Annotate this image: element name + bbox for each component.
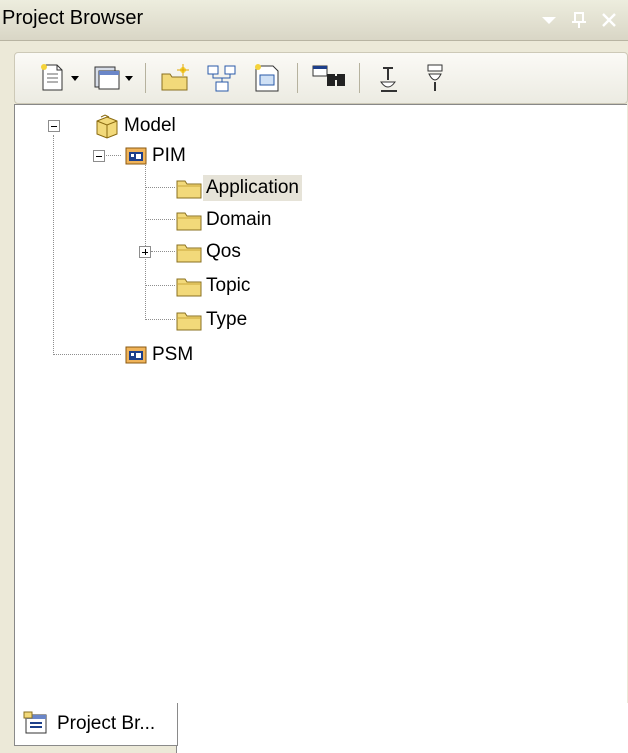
move-down-icon[interactable] bbox=[419, 62, 453, 94]
tree-item-model[interactable]: Model bbox=[93, 110, 179, 142]
new-package-icon[interactable] bbox=[159, 62, 193, 94]
tree-item-label: PIM bbox=[152, 145, 186, 166]
close-icon[interactable] bbox=[596, 8, 622, 32]
folder-icon bbox=[176, 312, 202, 331]
collapse-toggle-icon[interactable] bbox=[93, 150, 105, 162]
expand-toggle-icon[interactable] bbox=[139, 246, 151, 258]
dropdown-icon[interactable] bbox=[536, 8, 562, 32]
tree-item-application[interactable]: Application bbox=[175, 172, 302, 204]
toolbar-separator bbox=[297, 63, 298, 93]
tree-connector bbox=[151, 251, 175, 252]
tree-item-type[interactable]: Type bbox=[175, 304, 250, 336]
tree-connector bbox=[145, 319, 175, 320]
tree-item-label: Type bbox=[206, 309, 248, 330]
tree-item-qos[interactable]: Qos bbox=[175, 236, 244, 268]
tab-label: Project Br... bbox=[57, 713, 156, 734]
view-package-icon bbox=[125, 346, 147, 364]
folder-icon bbox=[176, 180, 202, 199]
model-package-icon bbox=[96, 114, 118, 139]
new-element-icon[interactable] bbox=[205, 62, 239, 94]
find-icon[interactable] bbox=[311, 62, 347, 94]
tree-item-psm[interactable]: PSM bbox=[123, 339, 196, 371]
new-diagram-icon[interactable] bbox=[251, 62, 285, 94]
tab-strip-background bbox=[176, 703, 628, 753]
window-title: Project Browser bbox=[2, 7, 144, 29]
folder-icon bbox=[176, 244, 202, 263]
tree-connector bbox=[145, 285, 175, 286]
tree-connector bbox=[145, 165, 146, 320]
pin-icon[interactable] bbox=[566, 8, 592, 32]
move-up-icon[interactable] bbox=[373, 62, 407, 94]
tree-connector bbox=[53, 135, 54, 355]
tree-item-label: Application bbox=[203, 175, 302, 201]
tree-item-pim[interactable]: PIM bbox=[123, 140, 189, 172]
project-tree: Model PIM Application Domain Qos Topic T… bbox=[14, 104, 627, 704]
collapse-toggle-icon[interactable] bbox=[48, 120, 60, 132]
new-diagram-dropdown-icon[interactable] bbox=[91, 62, 135, 94]
new-element-dropdown-icon[interactable] bbox=[37, 62, 81, 94]
tree-item-label: PSM bbox=[152, 344, 194, 365]
folder-icon bbox=[176, 212, 202, 231]
toolbar-separator bbox=[145, 63, 146, 93]
tree-connector bbox=[53, 354, 121, 355]
tree-item-label: Qos bbox=[206, 241, 241, 262]
view-package-icon bbox=[125, 147, 147, 165]
tree-item-topic[interactable]: Topic bbox=[175, 270, 253, 302]
tree-item-label: Model bbox=[124, 115, 176, 136]
toolbar-separator bbox=[359, 63, 360, 93]
tree-item-label: Domain bbox=[206, 209, 272, 230]
tree-item-label: Topic bbox=[206, 275, 251, 296]
tree-connector bbox=[145, 187, 175, 188]
title-bar: Project Browser bbox=[0, 0, 628, 41]
folder-icon bbox=[176, 278, 202, 297]
toolbar bbox=[14, 52, 628, 104]
tree-item-domain[interactable]: Domain bbox=[175, 204, 274, 236]
tree-connector bbox=[145, 219, 175, 220]
project-browser-icon bbox=[23, 711, 47, 734]
tab-project-browser[interactable]: Project Br... bbox=[14, 703, 178, 746]
